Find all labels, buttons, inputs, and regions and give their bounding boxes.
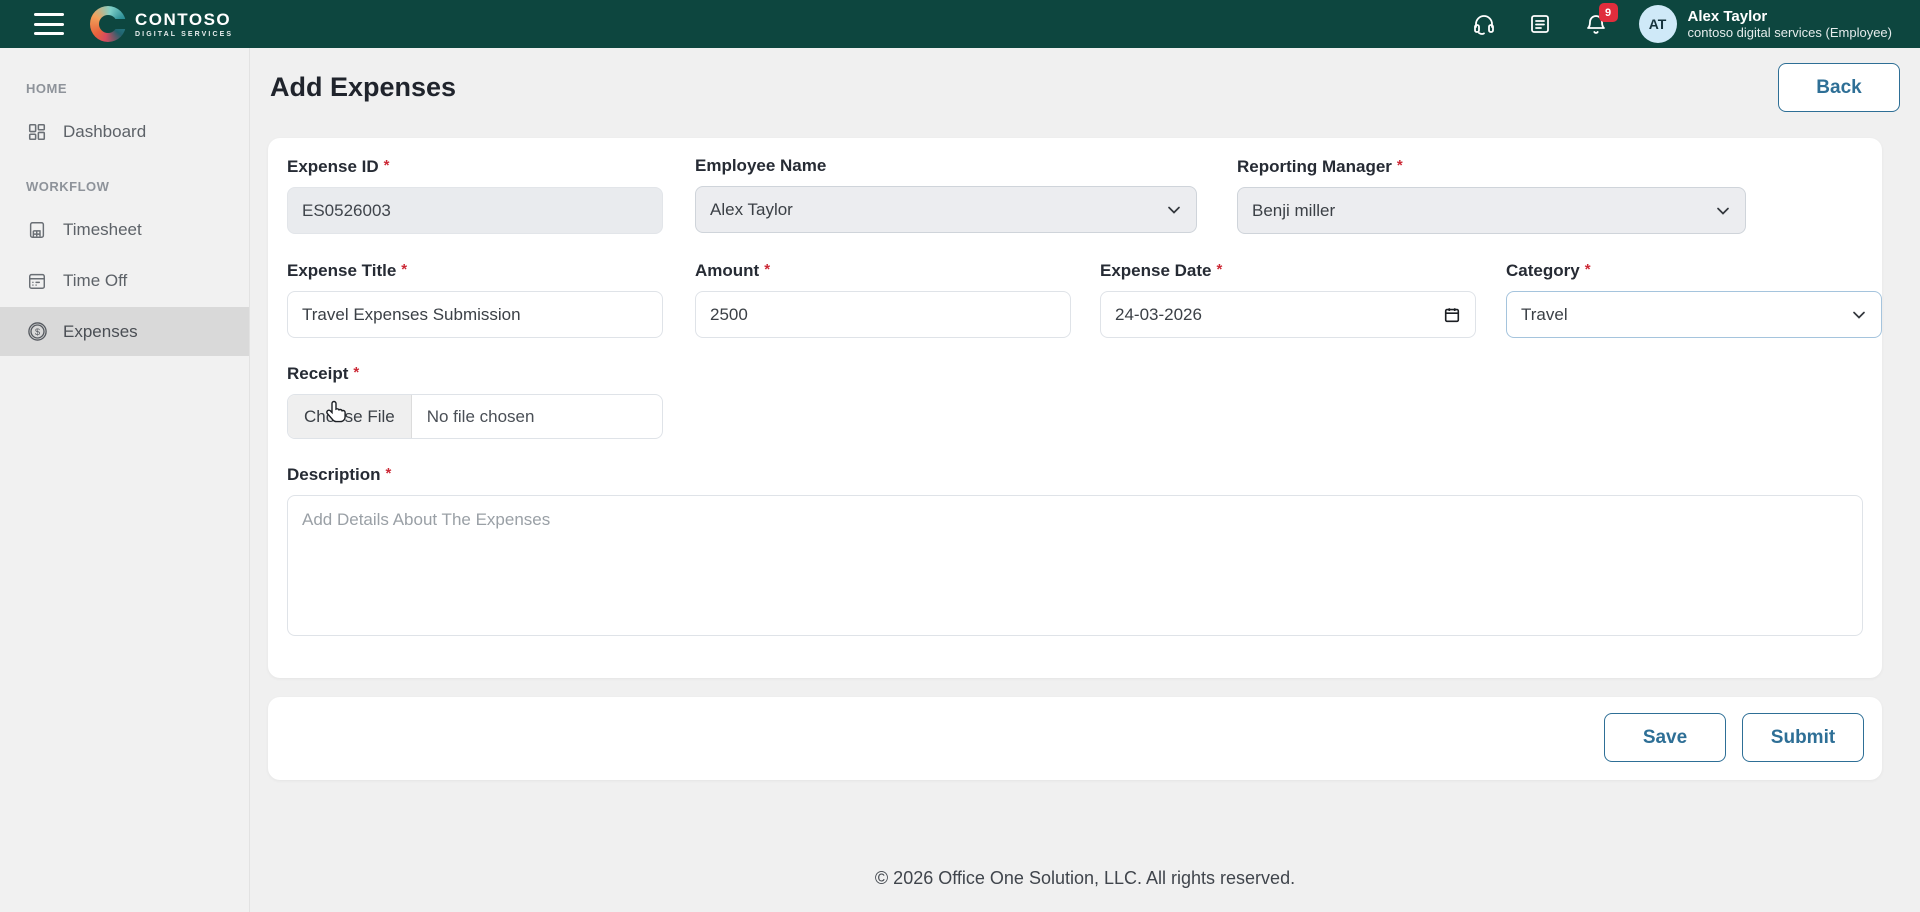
sidebar-section-home: HOME (0, 72, 249, 105)
employee-name-field: Employee Name Alex Taylor (695, 154, 1197, 233)
required-marker: * (386, 465, 392, 482)
description-textarea[interactable] (287, 495, 1863, 636)
receipt-file-input[interactable]: Choose File No file chosen (287, 394, 663, 439)
chevron-down-icon (1715, 203, 1731, 219)
required-marker: * (764, 261, 770, 278)
footer-copyright: © 2026 Office One Solution, LLC. All rig… (250, 868, 1920, 889)
sidebar: HOME Dashboard WORKFLOW Timesheet (0, 48, 250, 912)
employee-name-value: Alex Taylor (710, 200, 793, 220)
sidebar-item-label: Timesheet (63, 220, 142, 240)
category-field: Category* Travel (1506, 258, 1882, 338)
description-label: Description* (287, 462, 1863, 486)
receipt-field: Receipt* Choose File No file chosen (287, 361, 663, 439)
expense-id-field: Expense ID* (287, 154, 663, 234)
expense-id-input[interactable] (287, 187, 663, 234)
reporting-manager-value: Benji miller (1252, 201, 1335, 221)
expense-id-label: Expense ID* (287, 154, 663, 178)
user-menu[interactable]: AT Alex Taylor contoso digital services … (1639, 5, 1892, 43)
save-button[interactable]: Save (1604, 713, 1726, 762)
calendar-icon[interactable] (1443, 306, 1461, 324)
description-field: Description* (287, 462, 1863, 636)
sidebar-item-label: Dashboard (63, 122, 146, 142)
file-status-text: No file chosen (412, 395, 550, 438)
user-name: Alex Taylor (1688, 8, 1892, 25)
reporting-manager-select[interactable]: Benji miller (1237, 187, 1746, 234)
news-icon[interactable] (1527, 11, 1553, 37)
expense-date-label: Expense Date* (1100, 258, 1476, 282)
dashboard-icon (26, 121, 48, 143)
headset-icon[interactable] (1471, 11, 1497, 37)
expense-form-card: Expense ID* Employee Name Alex Taylor Re… (268, 138, 1882, 678)
expense-title-input[interactable] (287, 291, 663, 338)
reporting-manager-field: Reporting Manager* Benji miller (1237, 154, 1746, 234)
main-content: Add Expenses Back Expense ID* Employee N… (250, 48, 1920, 912)
sidebar-item-label: Time Off (63, 271, 127, 291)
submit-button[interactable]: Submit (1742, 713, 1864, 762)
expense-date-value: 24-03-2026 (1115, 305, 1202, 325)
menu-icon[interactable] (34, 13, 64, 35)
required-marker: * (401, 261, 407, 278)
sidebar-item-label: Expenses (63, 322, 138, 342)
top-bar: CONTOSO DIGITAL SERVICES 9 (0, 0, 1920, 48)
chevron-down-icon (1166, 202, 1182, 218)
avatar: AT (1639, 5, 1677, 43)
time-off-icon (26, 270, 48, 292)
sidebar-item-timesheet[interactable]: Timesheet (0, 205, 249, 254)
amount-field: Amount* (695, 258, 1071, 338)
expense-title-field: Expense Title* (287, 258, 663, 338)
category-value: Travel (1521, 305, 1568, 325)
svg-text:$: $ (34, 327, 39, 337)
receipt-label: Receipt* (287, 361, 663, 385)
required-marker: * (353, 364, 359, 381)
back-button[interactable]: Back (1778, 63, 1900, 112)
expense-date-field: Expense Date* 24-03-2026 (1100, 258, 1476, 338)
sidebar-item-time-off[interactable]: Time Off (0, 256, 249, 305)
bell-icon[interactable]: 9 (1583, 11, 1609, 37)
expense-title-label: Expense Title* (287, 258, 663, 282)
amount-input[interactable] (695, 291, 1071, 338)
reporting-manager-label: Reporting Manager* (1237, 154, 1746, 178)
chevron-down-icon (1851, 307, 1867, 323)
page-title: Add Expenses (270, 72, 456, 103)
category-label: Category* (1506, 258, 1882, 282)
notification-badge: 9 (1599, 3, 1618, 22)
brand-logo: CONTOSO DIGITAL SERVICES (90, 6, 233, 42)
timesheet-icon (26, 219, 48, 241)
expense-date-input[interactable]: 24-03-2026 (1100, 291, 1476, 338)
required-marker: * (384, 157, 390, 174)
brand-tagline: DIGITAL SERVICES (135, 31, 233, 38)
required-marker: * (1585, 261, 1591, 278)
sidebar-section-workflow: WORKFLOW (0, 170, 249, 203)
amount-label: Amount* (695, 258, 1071, 282)
choose-file-button[interactable]: Choose File (288, 395, 412, 438)
sidebar-item-expenses[interactable]: $ Expenses (0, 307, 249, 356)
contoso-logo-icon (90, 6, 126, 42)
sidebar-item-dashboard[interactable]: Dashboard (0, 107, 249, 156)
category-select[interactable]: Travel (1506, 291, 1882, 338)
brand-name: CONTOSO (135, 11, 233, 28)
user-org: contoso digital services (Employee) (1688, 25, 1892, 41)
form-actions-card: Save Submit (268, 697, 1882, 780)
employee-name-select[interactable]: Alex Taylor (695, 186, 1197, 233)
required-marker: * (1217, 261, 1223, 278)
expenses-icon: $ (26, 321, 48, 343)
required-marker: * (1397, 157, 1403, 174)
employee-name-label: Employee Name (695, 154, 1197, 177)
